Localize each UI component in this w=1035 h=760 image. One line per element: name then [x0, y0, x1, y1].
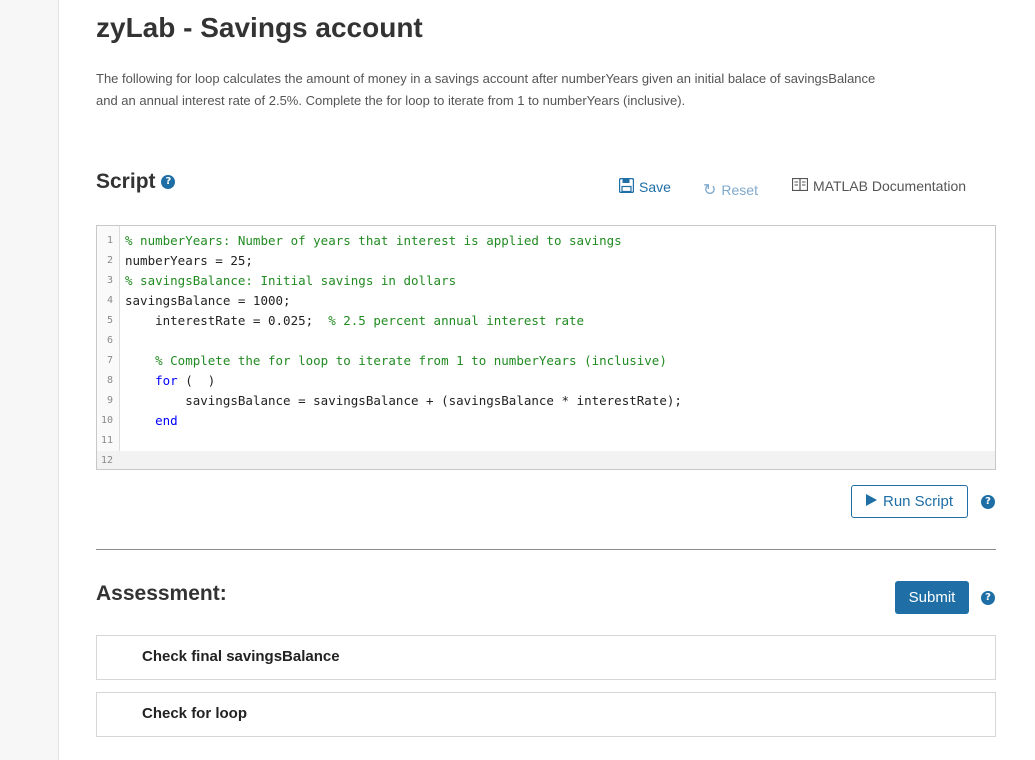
code-line[interactable]: 5 interestRate = 0.025; % 2.5 percent an…	[97, 311, 995, 331]
line-number: 2	[106, 255, 113, 266]
matlab-documentation-link[interactable]: MATLAB Documentation	[791, 177, 967, 194]
code-line[interactable]: 3 % savingsBalance: Initial savings in d…	[97, 271, 995, 291]
code-line[interactable]: 10 end	[97, 411, 995, 431]
play-icon	[865, 493, 877, 510]
line-number: 5	[106, 315, 113, 326]
line-text: % Complete the for loop to iterate from …	[125, 353, 667, 368]
code-editor[interactable]: 1 % numberYears: Number of years that in…	[96, 225, 996, 470]
line-number: 11	[100, 435, 113, 446]
page-title: zyLab - Savings account	[96, 12, 423, 43]
question-circle-icon[interactable]: ?	[981, 591, 995, 605]
line-text: savingsBalance = 1000;	[125, 293, 291, 308]
line-number: 10	[100, 415, 113, 426]
run-script-label: Run Script	[882, 493, 954, 510]
instructions: The following for loop calculates the am…	[96, 68, 996, 112]
test-case-row[interactable]: Check for loop	[96, 692, 996, 737]
instructions-line-2: and an annual interest rate of 2.5%. Com…	[96, 93, 686, 108]
section-divider	[96, 549, 996, 550]
code-segment: ( )	[177, 373, 216, 388]
script-heading-label: Script	[96, 170, 156, 193]
line-text: % savingsBalance: Initial savings in dol…	[125, 273, 457, 288]
line-number: 6	[106, 335, 113, 346]
code-line[interactable]: 4 savingsBalance = 1000;	[97, 291, 995, 311]
line-text: for ( )	[125, 371, 215, 391]
line-number: 3	[106, 275, 113, 286]
docs-label: MATLAB Documentation	[813, 178, 967, 194]
line-number: 1	[106, 235, 113, 246]
line-number: 8	[106, 375, 113, 386]
line-text: numberYears = 25;	[125, 253, 253, 268]
inline-comment: % 2.5 percent annual interest rate	[328, 313, 585, 328]
book-icon	[791, 177, 809, 194]
question-circle-icon[interactable]: ?	[981, 495, 995, 509]
line-text: end	[125, 411, 178, 431]
instructions-line-1: The following for loop calculates the am…	[96, 71, 876, 86]
assessment-heading: Assessment:	[96, 582, 227, 605]
reset-button[interactable]: ↻ Reset	[703, 180, 758, 199]
line-number: 12	[100, 455, 113, 466]
test-case-label: Check for loop	[142, 705, 248, 722]
line-number: 9	[106, 395, 113, 406]
line-number: 7	[106, 355, 113, 366]
test-case-row[interactable]: Check final savingsBalance	[96, 635, 996, 680]
question-circle-icon[interactable]: ?	[161, 175, 176, 190]
keyword-end: end	[155, 413, 178, 428]
code-line[interactable]: 8 for ( )	[97, 371, 995, 391]
refresh-icon: ↻	[703, 180, 717, 199]
code-segment: interestRate = 0.025;	[125, 313, 329, 328]
code-line[interactable]: 9 savingsBalance = savingsBalance + (sav…	[97, 391, 995, 411]
run-script-button[interactable]: Run Script	[851, 485, 968, 518]
code-line[interactable]: 1 % numberYears: Number of years that in…	[97, 231, 995, 251]
keyword-for: for	[155, 373, 178, 388]
line-text: % numberYears: Number of years that inte…	[125, 233, 622, 248]
code-line[interactable]: 7 % Complete the for loop to iterate fro…	[97, 351, 995, 371]
code-line[interactable]: 6	[97, 331, 995, 351]
code-line[interactable]: 11	[97, 431, 995, 451]
reset-label: Reset	[721, 181, 758, 198]
line-text: interestRate = 0.025; % 2.5 percent annu…	[125, 311, 584, 331]
line-text: savingsBalance = savingsBalance + (savin…	[125, 393, 682, 408]
line-number: 4	[106, 295, 113, 306]
script-heading: Script ?	[96, 170, 176, 194]
save-label: Save	[639, 179, 671, 195]
submit-button[interactable]: Submit	[895, 581, 969, 614]
floppy-disk-icon	[618, 177, 635, 196]
save-button[interactable]: Save	[618, 177, 671, 196]
code-line-active[interactable]: 12	[97, 451, 995, 469]
test-case-label: Check final savingsBalance	[142, 648, 340, 665]
code-line[interactable]: 2 numberYears = 25;	[97, 251, 995, 271]
